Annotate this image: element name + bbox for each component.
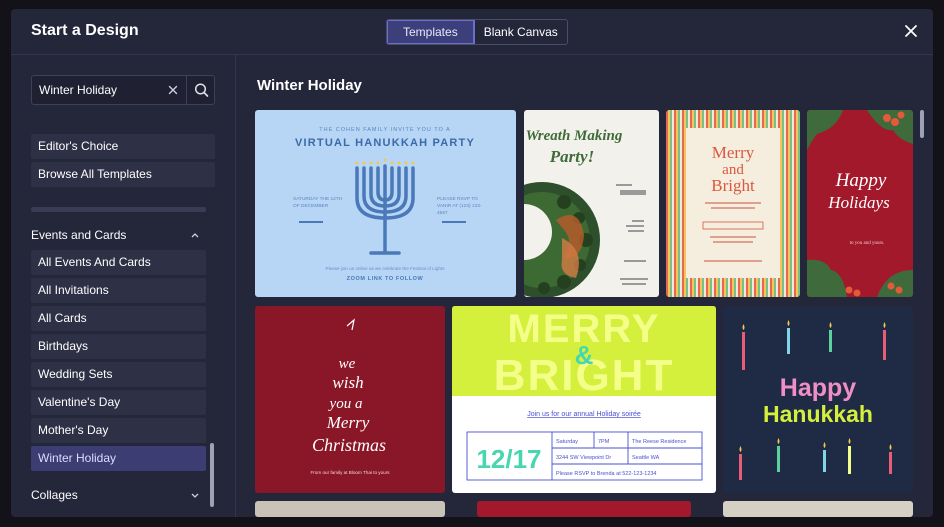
template-card-merry-and-bright-stripes[interactable]: Merry and Bright [666, 110, 800, 297]
clear-icon[interactable] [166, 83, 180, 97]
sidebar-item-all-events[interactable]: All Events And Cards [31, 250, 206, 275]
close-icon[interactable] [903, 23, 919, 39]
template-card-wreath-party[interactable]: Wreath Making Party! [524, 110, 659, 297]
template-text: Seattle WA [632, 455, 660, 461]
section-events-and-cards[interactable]: Events and Cards [31, 224, 206, 246]
template-text: Saturday [556, 439, 578, 445]
sidebar-scrollbar[interactable] [210, 443, 214, 507]
template-card-wish-tree[interactable]: we wish you a Merry Christmas From our f… [255, 306, 445, 493]
template-card-happy-hanukkah[interactable]: Happy Hanukkah [723, 306, 913, 493]
section-collages[interactable]: Collages [31, 484, 206, 506]
template-text: Merry [326, 413, 370, 432]
tab-templates[interactable]: Templates [387, 20, 475, 44]
template-card-merry-bright-bold[interactable]: MERRY BRIGHT & Join us for our annual Ho… [452, 306, 716, 493]
template-text: we [339, 356, 356, 372]
template-text: PLEASE RSVP TO VANIR AT (123) 123-4567 [437, 197, 482, 217]
template-card-partial[interactable] [255, 501, 445, 517]
template-text: Happy [780, 374, 857, 402]
chevron-down-icon [190, 484, 200, 515]
sidebar-item-browse-all[interactable]: Browse All Templates [31, 162, 215, 187]
template-text: Bright [711, 176, 755, 195]
template-text: Hanukkah [763, 401, 873, 427]
section-label: Events and Cards [31, 228, 127, 242]
template-gallery: Winter Holiday THE COHEN FAMILY INVITE Y… [237, 55, 933, 517]
template-text: Happy [835, 170, 887, 191]
sidebar-item-winter-holiday[interactable]: Winter Holiday [31, 446, 206, 471]
mode-switch: Templates Blank Canvas [386, 19, 568, 45]
template-text: THE COHEN FAMILY INVITE YOU TO A [319, 127, 450, 133]
template-text: 12/17 [476, 444, 541, 474]
template-text: Holidays [827, 193, 890, 212]
sidebar-item-valentines-day[interactable]: Valentine's Day [31, 390, 206, 415]
template-text: you a [328, 396, 363, 412]
sidebar-item-birthdays[interactable]: Birthdays [31, 334, 206, 359]
template-text: & [575, 340, 594, 370]
template-card-happy-holidays[interactable]: Happy Holidays to you and yours. [807, 110, 913, 297]
template-text: Merry [712, 143, 755, 162]
template-text: Please join us online as we celebrate th… [326, 266, 446, 271]
start-design-modal: Start a Design Templates Blank Canvas Ed… [11, 9, 933, 517]
template-card-hanukkah-party[interactable]: THE COHEN FAMILY INVITE YOU TO A VIRTUAL… [255, 110, 516, 297]
template-card-partial[interactable] [477, 501, 691, 517]
section-label: Collages [31, 488, 78, 502]
template-text: 3244 SW Viewpoint Dr [556, 455, 611, 461]
sidebar-item-mothers-day[interactable]: Mother's Day [31, 418, 206, 443]
modal-title: Start a Design [31, 22, 139, 39]
template-text: VIRTUAL HANUKKAH PARTY [295, 137, 475, 149]
template-text: 7PM [598, 439, 610, 445]
template-text: Join us for our annual Holiday soirée [527, 411, 641, 418]
search-icon[interactable] [186, 76, 215, 104]
template-text: to you and yours. [850, 241, 885, 246]
template-text: Please RSVP to Brenda at 522-123-1234 [556, 471, 657, 477]
sidebar-item-all-cards[interactable]: All Cards [31, 306, 206, 331]
template-text: Party! [549, 147, 594, 166]
template-text: The Reese Residence [632, 439, 686, 445]
sidebar-item-editors-choice[interactable]: Editor's Choice [31, 134, 215, 159]
sidebar-item-wedding-sets[interactable]: Wedding Sets [31, 362, 206, 387]
modal-header: Start a Design Templates Blank Canvas [11, 9, 933, 55]
template-text: From our family at Bloom Thai to yours [310, 470, 390, 475]
template-text: Wreath Making [526, 128, 623, 144]
gallery-title: Winter Holiday [257, 77, 362, 94]
section-divider [31, 207, 206, 212]
sidebar: Editor's Choice Browse All Templates Eve… [11, 55, 236, 517]
tab-blank-canvas[interactable]: Blank Canvas [474, 20, 567, 44]
search-box [31, 75, 215, 105]
sidebar-item-all-invitations[interactable]: All Invitations [31, 278, 206, 303]
gallery-scrollbar[interactable] [920, 110, 924, 138]
search-input[interactable] [32, 76, 182, 104]
template-text: SATURDAY THE 12TH OF DECEMBER [293, 197, 343, 210]
template-text: Christmas [312, 435, 386, 455]
template-card-partial[interactable] [723, 501, 913, 517]
template-text: ZOOM LINK TO FOLLOW [347, 276, 424, 282]
template-text: wish [332, 373, 363, 392]
